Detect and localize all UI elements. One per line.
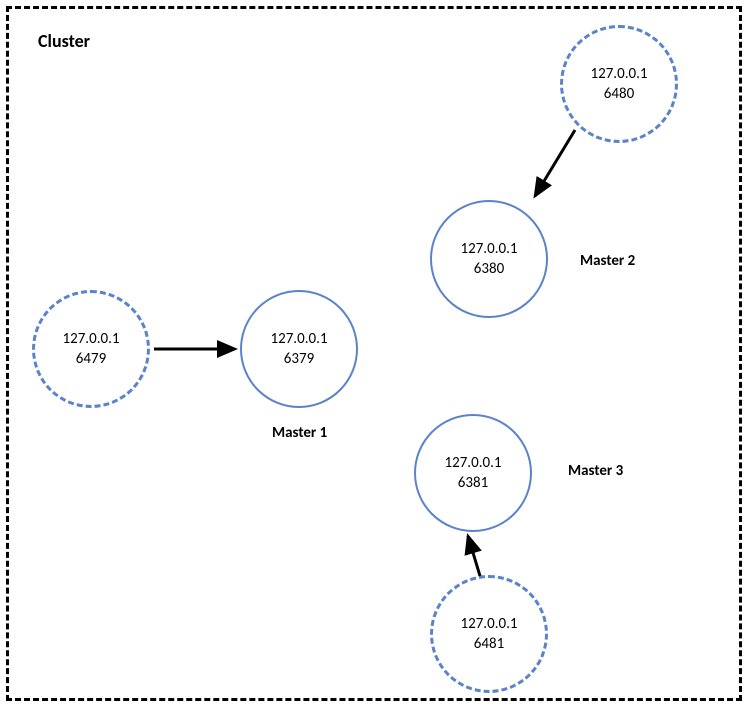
master-m2-ip: 127.0.0.1 bbox=[461, 239, 518, 259]
slave-node-m3: 127.0.0.1 6481 bbox=[430, 575, 548, 693]
master-m2-port: 6380 bbox=[474, 259, 504, 279]
slave-m2-ip: 127.0.0.1 bbox=[591, 64, 648, 84]
master-label-m2: Master 2 bbox=[580, 252, 635, 270]
master-node-m1: 127.0.0.1 6379 bbox=[240, 290, 358, 408]
slave-m3-port: 6481 bbox=[474, 634, 504, 654]
cluster-title: Cluster bbox=[38, 30, 90, 52]
master-label-m1: Master 1 bbox=[272, 424, 327, 442]
slave-m1-ip: 127.0.0.1 bbox=[63, 329, 120, 349]
master-m3-port: 6381 bbox=[458, 473, 488, 493]
slave-node-m1: 127.0.0.1 6479 bbox=[32, 290, 150, 408]
slave-node-m2: 127.0.0.1 6480 bbox=[560, 25, 678, 143]
master-node-m2: 127.0.0.1 6380 bbox=[430, 200, 548, 318]
master-m3-ip: 127.0.0.1 bbox=[445, 453, 502, 473]
slave-m2-port: 6480 bbox=[604, 84, 634, 104]
master-label-m3: Master 3 bbox=[568, 462, 623, 480]
diagram-stage: Cluster 127.0.0.1 6479 127.0.0.1 6379 Ma… bbox=[0, 0, 750, 709]
slave-m1-port: 6479 bbox=[76, 349, 106, 369]
master-m1-port: 6379 bbox=[284, 349, 314, 369]
master-m1-ip: 127.0.0.1 bbox=[271, 329, 328, 349]
master-node-m3: 127.0.0.1 6381 bbox=[414, 414, 532, 532]
slave-m3-ip: 127.0.0.1 bbox=[461, 614, 518, 634]
